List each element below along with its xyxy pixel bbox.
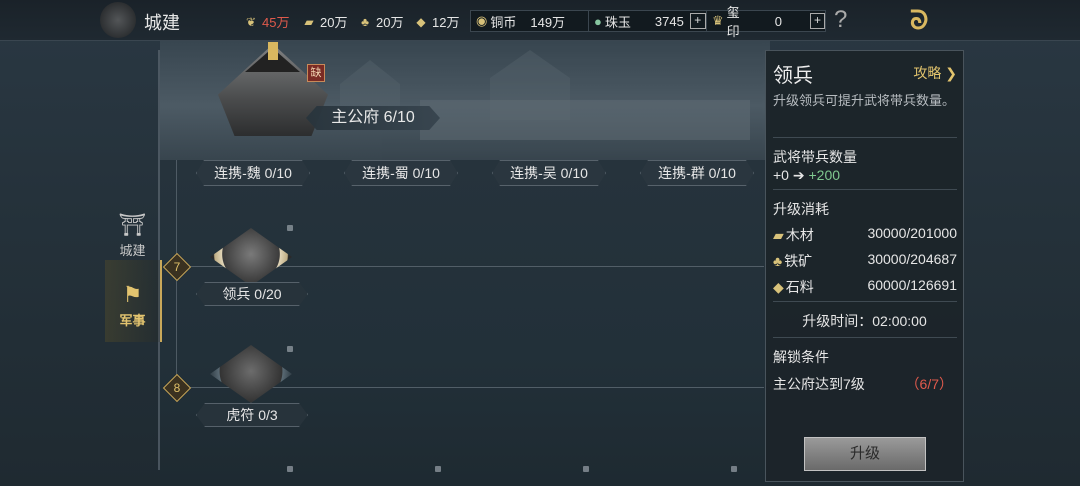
page-title: 城建 [144, 13, 180, 33]
alliance-qun[interactable]: 连携-群 0/10 [640, 160, 754, 186]
side-nav: ⛩ 城建 ⚑ 军事 [105, 200, 162, 350]
wall-silhouette [420, 100, 750, 140]
cost-row-stone: ◆ 石料 60000/126691 [773, 277, 957, 297]
troop-to: +200 [808, 167, 841, 183]
stone-icon: ◆ [416, 14, 426, 29]
troop-heading: 武将带兵数量 [773, 149, 857, 165]
alliance-shu[interactable]: 连携-蜀 0/10 [344, 160, 458, 186]
wood-icon: ▰ [304, 14, 314, 29]
resource-value: 20万 [376, 15, 404, 30]
tab-military[interactable]: ⚑ 军事 [105, 260, 162, 342]
pagoda-icon: ⛩ [118, 212, 147, 237]
cost-value: 30000/201000 [867, 225, 957, 241]
guide-link[interactable]: 攻略 ❯ [913, 63, 957, 83]
top-bar: 城建 ❦ 45万 ▰ 20万 ♣ 20万 ◆ 12万 ◉ 铜币 149万 ● 珠… [0, 0, 1080, 41]
cost-row-wood: ▰ 木材 30000/201000 [773, 225, 957, 245]
resource-stone: ◆ 12万 [414, 12, 459, 31]
resource-grain: ❦ 45万 [244, 12, 290, 31]
divider [773, 137, 957, 138]
seal-icon: ♛ [712, 13, 724, 28]
back-button[interactable] [100, 2, 136, 38]
cost-row-iron: ♣ 铁矿 30000/204687 [773, 251, 957, 271]
level-value: 8 [173, 381, 181, 395]
main-hall-label: 主公府 6/10 [306, 106, 440, 130]
copper-coin-icon: ◉ [476, 13, 488, 28]
detail-panel: 领兵 攻略 ❯ 升级领兵可提升武将带兵数量。 武将带兵数量 +0 ➔ +200 … [765, 50, 964, 482]
dot-marker [583, 466, 589, 472]
arrow-right-icon: ➔ [792, 167, 809, 183]
dot-marker [287, 466, 293, 472]
cost-value: 30000/204687 [867, 251, 957, 267]
copper-value: 149万 [530, 14, 566, 30]
upgrade-time: 升级时间：02:00:00 [802, 313, 927, 329]
dot-marker [731, 466, 737, 472]
copper-label: 铜币 [490, 14, 517, 30]
alliance-wu[interactable]: 连携-吴 0/10 [492, 160, 606, 186]
tab-military-label: 军事 [119, 313, 146, 328]
resource-value: 12万 [432, 15, 460, 30]
help-button[interactable]: ? [834, 6, 847, 34]
cost-heading: 升级消耗 [773, 201, 829, 217]
jade-label: 珠玉 [604, 14, 631, 30]
unlock-progress: （6/7） [905, 376, 953, 392]
troop-from: +0 [773, 167, 789, 183]
alliance-wei[interactable]: 连携-魏 0/10 [196, 160, 310, 186]
troop-change: +0 ➔ +200 [773, 167, 840, 184]
iron-icon: ♣ [773, 253, 783, 269]
grain-icon: ❦ [245, 14, 257, 29]
divider [773, 301, 957, 302]
lack-badge: 缺 [307, 64, 325, 82]
panel-title: 领兵 [773, 65, 813, 87]
jade-value: 3745 [654, 13, 684, 29]
seal-value: 0 [774, 13, 783, 29]
unlock-condition: 主公府达到7级 [773, 376, 865, 392]
resource-iron: ♣ 20万 [358, 12, 403, 31]
resource-value: 20万 [320, 15, 348, 30]
dot-marker [287, 346, 293, 352]
panel-description: 升级领兵可提升武将带兵数量。 [773, 93, 956, 108]
copper-box: ◉ 铜币 149万 [470, 10, 590, 32]
guide-label: 攻略 [913, 65, 942, 81]
stone-icon: ◆ [773, 279, 784, 295]
unlock-condition-row: 主公府达到7级 （6/7） [773, 374, 957, 394]
dot-marker [435, 466, 441, 472]
jade-icon: ● [594, 13, 602, 29]
tiger-tally-label[interactable]: 虎符 0/3 [196, 403, 308, 427]
seal-label: 玺印 [726, 5, 740, 39]
cost-label: 石料 [785, 279, 814, 295]
jade-box: ● 珠玉 3745 + [588, 10, 708, 32]
dragon-menu-icon[interactable]: ᘐ [910, 6, 958, 34]
add-jade-button[interactable]: + [689, 13, 706, 29]
wood-icon: ▰ [773, 227, 784, 243]
seal-box: ♛ 玺印 0 + [706, 5, 826, 39]
dot-marker [287, 225, 293, 231]
cost-label: 铁矿 [784, 253, 813, 269]
chevron-right-icon: ❯ [941, 65, 957, 81]
upgrade-button[interactable]: 升级 [804, 437, 926, 471]
resource-wood: ▰ 20万 [302, 12, 347, 31]
cost-value: 60000/126691 [867, 277, 957, 293]
tab-city[interactable]: ⛩ 城建 [105, 208, 160, 259]
divider [773, 189, 957, 190]
tab-city-label: 城建 [119, 243, 146, 258]
cost-label: 木材 [785, 227, 814, 243]
flag-icon: ⚑ [122, 282, 143, 307]
lead-troops-label[interactable]: 领兵 0/20 [196, 282, 308, 306]
unlock-heading: 解锁条件 [773, 349, 829, 365]
resource-value: 45万 [262, 15, 290, 30]
level-value: 7 [173, 260, 181, 274]
main-hall-finial [268, 42, 278, 60]
divider [773, 337, 957, 338]
add-seal-button[interactable]: + [810, 13, 825, 29]
tree-background [160, 160, 770, 486]
iron-icon: ♣ [361, 14, 369, 29]
